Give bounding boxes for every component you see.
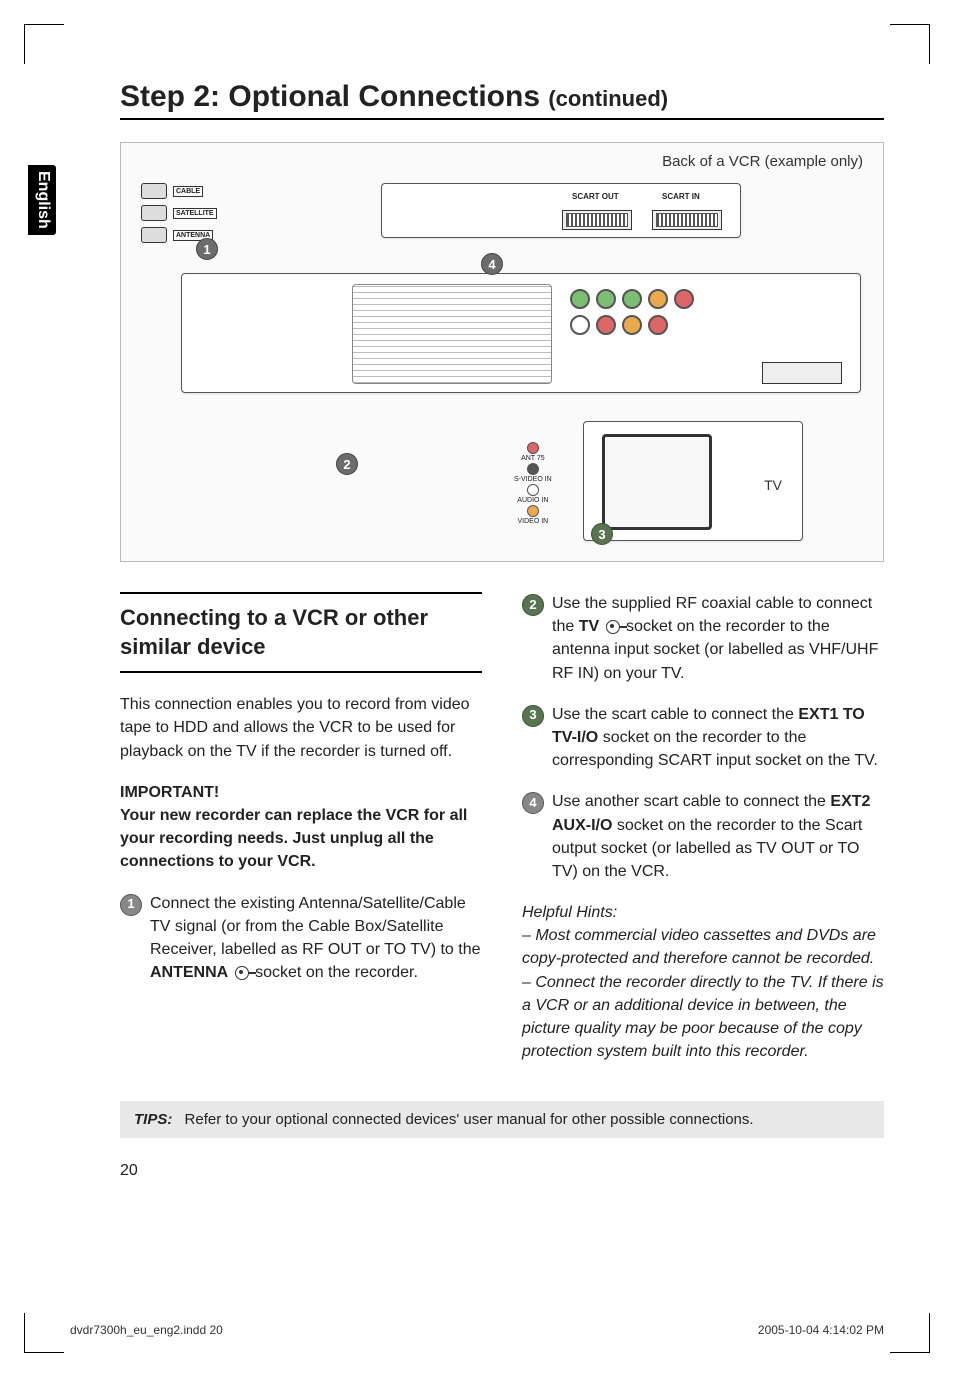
diagram-badge-3: 3: [591, 523, 613, 545]
tv-label: TV: [764, 477, 782, 493]
step-3: 3 Use the scart cable to connect the EXT…: [522, 703, 884, 773]
title-main: Step 2: Optional Connections: [120, 80, 540, 113]
step-4-pre: Use another scart cable to connect the: [552, 793, 830, 810]
intro-paragraph: This connection enables you to record fr…: [120, 693, 482, 763]
tv-audio-label: AUDIO IN: [514, 497, 552, 504]
tv-svideo-label: S-VIDEO IN: [514, 476, 552, 483]
satellite-label: SATELLITE: [173, 208, 217, 219]
diagram-badge-1: 1: [196, 238, 218, 260]
step-1-text: Connect the existing Antenna/Satellite/C…: [150, 892, 482, 985]
tips-text: Refer to your optional connected devices…: [185, 1111, 754, 1128]
page-number: 20: [120, 1162, 884, 1180]
section-heading: Connecting to a VCR or other similar dev…: [120, 592, 482, 673]
step-3-text: Use the scart cable to connect the EXT1 …: [552, 703, 884, 773]
step-3-post: socket on the recorder to the correspond…: [552, 729, 878, 769]
step-3-badge: 3: [522, 705, 544, 727]
av-ports: [570, 289, 710, 335]
step-1-pre: Connect the existing Antenna/Satellite/C…: [150, 895, 481, 958]
tv-video-label: VIDEO IN: [514, 518, 552, 525]
step-4: 4 Use another scart cable to connect the…: [522, 790, 884, 883]
hint-1: – Most commercial video cassettes and DV…: [522, 927, 876, 967]
step-3-pre: Use the scart cable to connect the: [552, 706, 798, 723]
diagram-badge-4: 4: [481, 253, 503, 275]
hints-label: Helpful Hints:: [522, 904, 617, 921]
language-tab: English: [28, 165, 56, 235]
important-text: Your new recorder can replace the VCR fo…: [120, 807, 467, 870]
step-2-bold: TV: [579, 618, 599, 635]
tv-ant-label: ANT 75: [514, 455, 552, 462]
vcr-rear-panel: SCART OUT SCART IN: [381, 183, 741, 238]
tv-out-icon: [606, 620, 620, 634]
diagram-caption: Back of a VCR (example only): [662, 153, 863, 170]
footer-file: dvdr7300h_eu_eng2.indd 20: [70, 1323, 223, 1337]
page-title: Step 2: Optional Connections (continued): [120, 80, 884, 120]
step-4-text: Use another scart cable to connect the E…: [552, 790, 884, 883]
step-2-post: socket on the recorder to the antenna in…: [552, 618, 878, 681]
step-1-post: socket on the recorder.: [255, 964, 418, 981]
important-label: IMPORTANT!: [120, 784, 219, 801]
scart-in-socket: [652, 210, 722, 230]
scart-out-label: SCART OUT: [572, 192, 619, 201]
step-2-badge: 2: [522, 594, 544, 616]
diagram-badge-2: 2: [336, 453, 358, 475]
scart-out-socket: [562, 210, 632, 230]
footer-timestamp: 2005-10-04 4:14:02 PM: [758, 1323, 884, 1337]
step-4-badge: 4: [522, 792, 544, 814]
cable-label: CABLE: [173, 186, 203, 197]
step-1: 1 Connect the existing Antenna/Satellite…: [120, 892, 482, 985]
tv-screen: [602, 434, 712, 530]
step-1-badge: 1: [120, 894, 142, 916]
connection-diagram: Back of a VCR (example only) CABLE SATEL…: [120, 142, 884, 562]
step-2-text: Use the supplied RF coaxial cable to con…: [552, 592, 884, 685]
recorder-rear-panel: [181, 273, 861, 393]
tips-box: TIPS: Refer to your optional connected d…: [120, 1101, 884, 1138]
vent-slots: [352, 284, 552, 384]
important-block: IMPORTANT! Your new recorder can replace…: [120, 781, 482, 874]
footer: dvdr7300h_eu_eng2.indd 20 2005-10-04 4:1…: [70, 1323, 884, 1337]
step-2: 2 Use the supplied RF coaxial cable to c…: [522, 592, 884, 685]
hint-2: – Connect the recorder directly to the T…: [522, 974, 884, 1061]
helpful-hints: Helpful Hints: – Most commercial video c…: [522, 901, 884, 1063]
antenna-in-icon: [235, 966, 249, 980]
step-1-bold: ANTENNA: [150, 964, 228, 981]
tips-label: TIPS:: [134, 1111, 172, 1128]
title-continued: (continued): [548, 86, 668, 111]
scart-in-label: SCART IN: [662, 192, 700, 201]
tv-input-ports: ANT 75 S-VIDEO IN AUDIO IN VIDEO IN: [514, 441, 552, 525]
tv-panel: TV ANT 75 S-VIDEO IN AUDIO IN VIDEO IN: [583, 421, 803, 541]
recorder-scart: [762, 362, 842, 384]
